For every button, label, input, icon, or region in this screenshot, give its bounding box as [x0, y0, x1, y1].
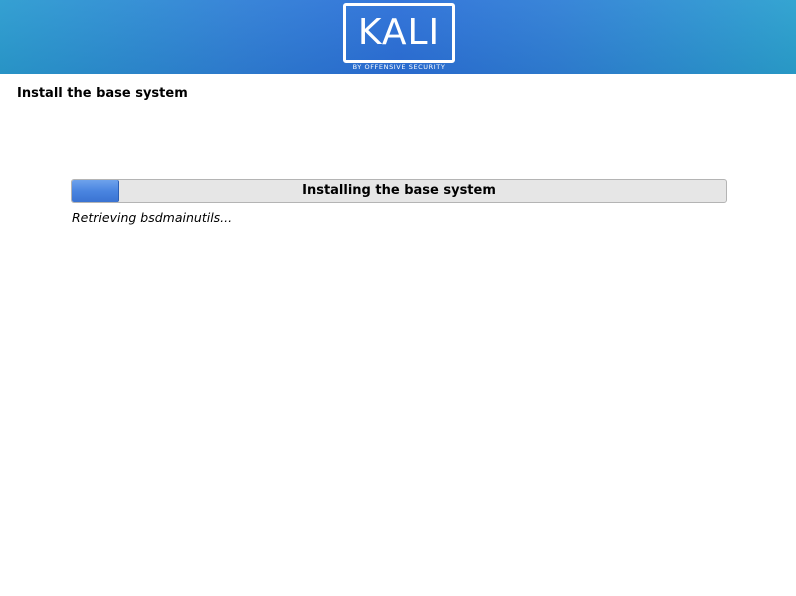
progress-label: Installing the base system — [302, 183, 496, 198]
logo-text: KALI — [357, 12, 441, 53]
page-title: Install the base system — [17, 86, 188, 101]
progress-status-text: Retrieving bsdmainutils... — [72, 210, 233, 225]
header-banner: KALI BY OFFENSIVE SECURITY — [0, 0, 796, 74]
logo-subtitle: BY OFFENSIVE SECURITY — [352, 63, 446, 71]
progress-bar: Installing the base system — [71, 179, 727, 203]
kali-logo: KALI BY OFFENSIVE SECURITY — [343, 3, 455, 73]
